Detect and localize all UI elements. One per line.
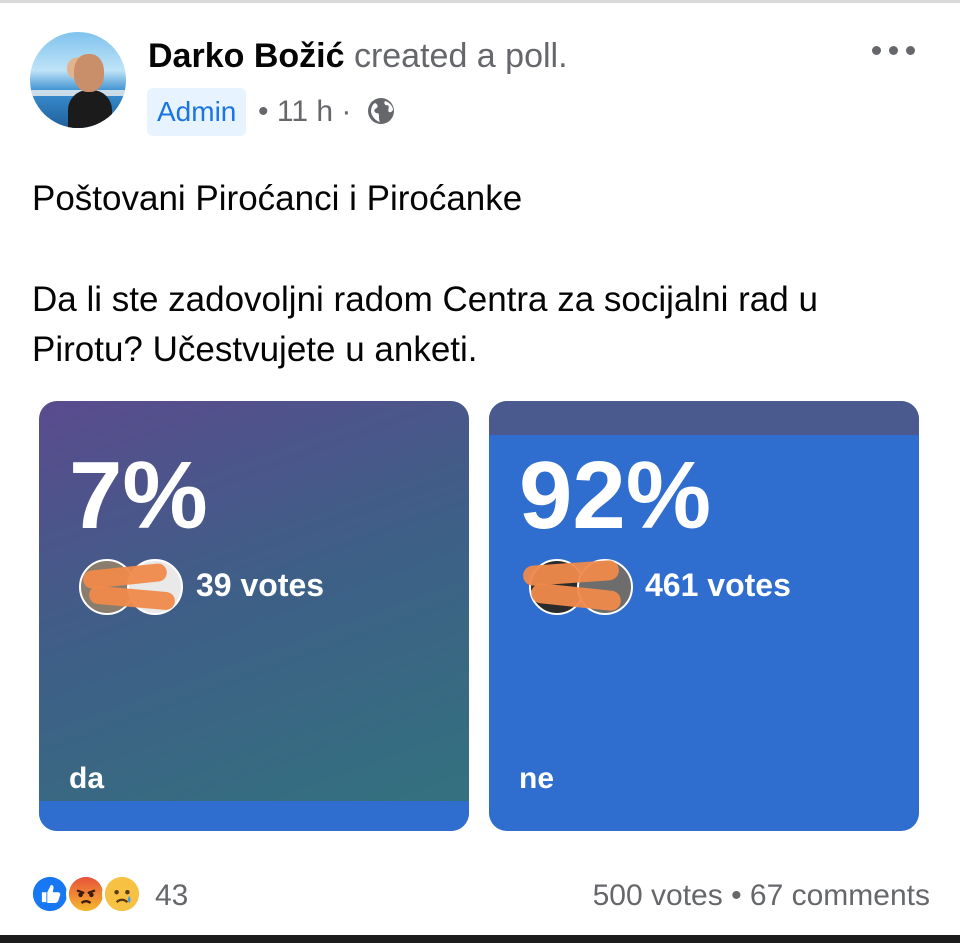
post-text-question-line2: Pirotu? Učestvujete u anketi.: [32, 330, 478, 369]
post-action: created a poll.: [353, 37, 568, 75]
author-name[interactable]: Darko Božić: [148, 37, 345, 75]
option-da-votes[interactable]: 39 votes: [196, 565, 324, 605]
angry-icon: [66, 874, 106, 914]
top-border: [0, 0, 960, 3]
option-ne-votes[interactable]: 461 votes: [645, 565, 791, 605]
bottom-border: [0, 935, 960, 943]
admin-badge: Admin: [147, 88, 247, 136]
option-ne-label: ne: [519, 762, 555, 795]
option-da-progress: [39, 801, 469, 831]
poll-option-da[interactable]: 7% 39 votes da: [39, 401, 469, 831]
stats-separator: •: [731, 879, 742, 912]
avatar-head: [74, 54, 104, 92]
option-ne-remainder: [489, 401, 919, 435]
post-text-question-line1: Da li ste zadovoljni radom Centra za soc…: [32, 280, 818, 319]
author-avatar[interactable]: [30, 32, 126, 128]
option-da-percent: 7%: [69, 442, 208, 549]
post-time[interactable]: 11 h: [277, 95, 333, 128]
option-ne-percent: 92%: [519, 442, 712, 549]
reaction-icons[interactable]: [30, 874, 160, 918]
globe-icon: [368, 98, 394, 124]
reaction-count[interactable]: 43: [155, 876, 188, 916]
sad-icon: [102, 874, 142, 914]
comments-count[interactable]: 67 comments: [750, 879, 930, 912]
like-icon: [30, 874, 70, 914]
option-ne-voter-avatars[interactable]: [522, 559, 639, 615]
post-meta: • 11 h ·: [258, 90, 351, 134]
poll-option-ne[interactable]: 92% 461 votes ne: [489, 401, 919, 831]
post-header: Darko Božić created a poll.: [148, 35, 568, 77]
meta-dot: ·: [341, 95, 352, 128]
meta-dot: •: [258, 95, 269, 128]
option-da-label: da: [69, 762, 105, 795]
option-da-voter-avatars[interactable]: [79, 559, 189, 615]
more-icon[interactable]: [872, 38, 916, 62]
poll-stats: 500 votes • 67 comments: [593, 876, 930, 916]
avatar-body: [68, 90, 112, 128]
total-votes[interactable]: 500 votes: [593, 879, 723, 912]
post-text-greeting: Poštovani Piroćanci i Piroćanke: [32, 179, 523, 218]
